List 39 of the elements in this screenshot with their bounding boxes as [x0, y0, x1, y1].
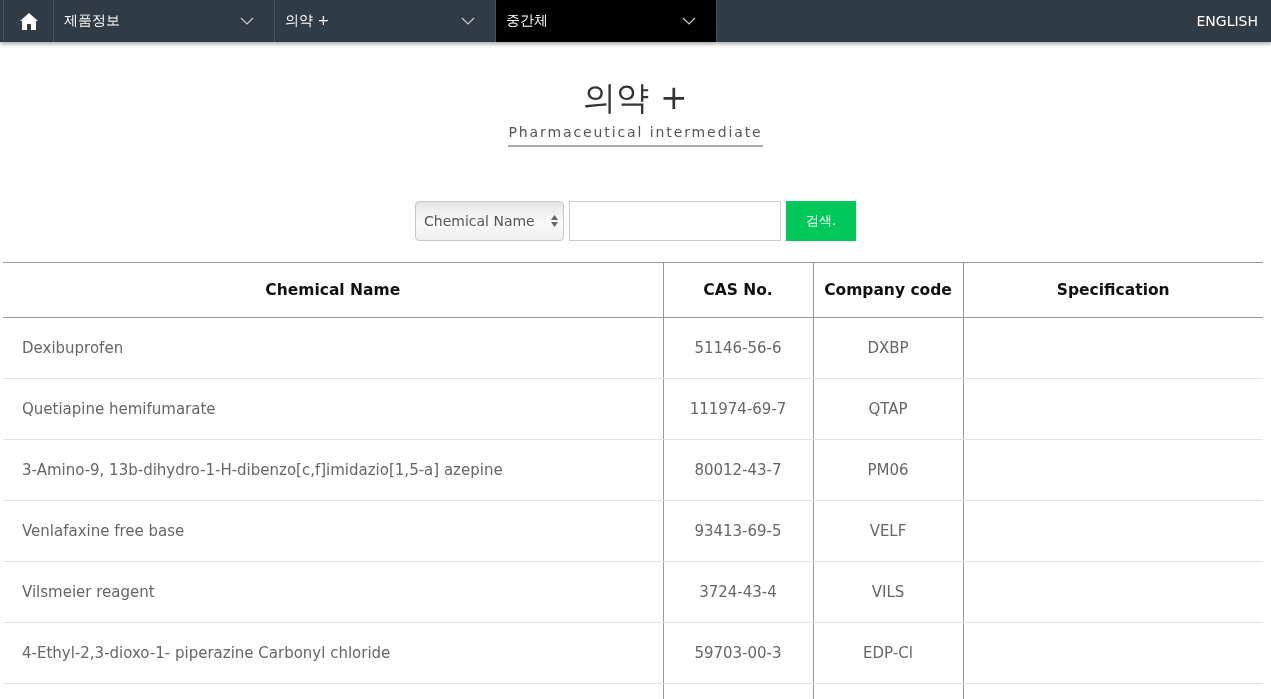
- table-cell: Vilsmeier reagent: [22, 583, 155, 601]
- table-cell: 3-Amino-9, 13b-dihydro-1-H-dibenzo[c,f]imidazio[1,5-a] azepine: [22, 461, 503, 479]
- table-cell: EDP-Cl: [863, 644, 913, 662]
- table-cell: Dexibuprofen: [22, 339, 124, 357]
- home-button[interactable]: [3, 0, 54, 42]
- table-cell: 4-Ethyl-2,3-dioxo-1- piperazine Carbonyl chloride: [22, 644, 391, 662]
- table-cell: 3724-43-4: [699, 583, 777, 601]
- table-cell: QTAP: [868, 400, 908, 418]
- table-cell: VILS: [871, 583, 905, 601]
- search-field[interactable]: [569, 201, 781, 241]
- column-header: Specification: [1056, 281, 1170, 299]
- home-icon: [19, 12, 38, 30]
- chevron-down-icon: [682, 17, 696, 25]
- table-cell: Venlafaxine free base: [22, 522, 185, 540]
- column-header: CAS No.: [703, 281, 773, 299]
- table-cell: 80012-43-7: [694, 461, 782, 479]
- table-cell: Quetiapine hemifumarate: [22, 400, 216, 418]
- column-header: Company code: [824, 281, 952, 299]
- nav-menu[interactable]: 제품정보: [54, 0, 275, 42]
- dropdown-value: Chemical Name: [424, 213, 535, 229]
- column-header: Chemical Name: [265, 281, 401, 299]
- sort-arrows-icon: [551, 215, 558, 227]
- page-title: 의약 +: [583, 77, 688, 119]
- language-link[interactable]: ENGLISH: [1196, 13, 1258, 29]
- field-dropdown[interactable]: Chemical Name: [415, 201, 564, 241]
- chevron-down-icon: [240, 17, 254, 25]
- chevron-down-icon: [461, 17, 475, 25]
- nav-menu-label: 제품정보: [64, 12, 120, 30]
- table-cell: 59703-00-3: [694, 644, 782, 662]
- table-cell: PM06: [867, 461, 909, 479]
- table-cell: DXBP: [867, 339, 909, 357]
- table-cell: 51146-56-6: [694, 339, 782, 357]
- nav-menu-label: 의약 +: [285, 12, 330, 30]
- page-subtitle: Pharmaceutical intermediate: [508, 124, 763, 147]
- table-cell: VELF: [869, 522, 907, 540]
- table-cell: 111974-69-7: [689, 400, 787, 418]
- table-cell: 93413-69-5: [694, 522, 782, 540]
- nav-menu-label: 중간체: [506, 12, 548, 30]
- nav-menu[interactable]: 중간체: [496, 0, 717, 42]
